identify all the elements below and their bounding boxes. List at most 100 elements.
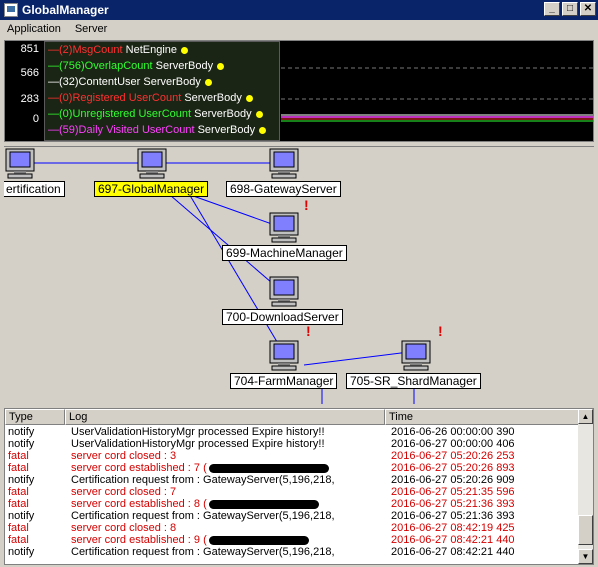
y-tick: 851	[20, 43, 39, 55]
table-row[interactable]: notify UserValidationHistoryMgr processed…	[5, 426, 580, 438]
status-dot-icon	[245, 94, 253, 102]
log-message-cell: server cord established : 9 (	[68, 534, 388, 546]
link-line	[181, 181, 287, 358]
legend-series: —(756)OverlapCount	[48, 60, 153, 72]
log-message-text: Certification request from : GatewayServ…	[71, 510, 335, 522]
redaction-mark	[208, 499, 319, 509]
log-time-cell: 2016-06-27 05:21:36 393	[391, 498, 515, 510]
log-time-cell: 2016-06-26 00:00:00 390	[391, 426, 515, 438]
log-message-text: Certification request from : GatewayServ…	[71, 546, 335, 558]
log-message-text: server cord closed : 3	[71, 450, 177, 462]
legend-series: —(2)MsgCount	[48, 44, 123, 56]
maximize-button[interactable]: □	[562, 2, 578, 16]
legend-source: ServerBody	[197, 124, 256, 136]
redaction-mark	[208, 463, 329, 473]
node-label-machine-manager[interactable]: 699-MachineManager	[222, 245, 347, 261]
log-type-cell: fatal	[8, 534, 29, 546]
column-header-log[interactable]: Log	[65, 409, 385, 425]
log-message-text: server cord established : 9 (	[71, 534, 207, 546]
legend-item[interactable]: —(756)OverlapCount ServerBody	[45, 58, 279, 74]
log-message-cell: server cord closed : 8	[68, 522, 388, 534]
server-pc-icon[interactable]	[268, 211, 300, 243]
app-icon	[4, 3, 18, 17]
legend-item[interactable]: —(59)Daily Visited UserCount ServerBody	[45, 122, 279, 138]
table-row[interactable]: fatal server cord closed : 8 2016-06-27 08…	[5, 522, 580, 534]
redaction-mark	[208, 535, 309, 545]
title-bar: GlobalManager _ □ ✕	[0, 0, 598, 20]
log-message-cell: UserValidationHistoryMgr processed Expir…	[68, 438, 388, 450]
log-type-cell: fatal	[8, 498, 29, 510]
column-header-type[interactable]: Type	[5, 409, 65, 425]
scroll-thumb[interactable]	[578, 515, 593, 545]
node-label-shard-manager[interactable]: 705-SR_ShardManager	[346, 373, 481, 389]
log-type-cell: fatal	[8, 522, 29, 534]
minimize-button[interactable]: _	[544, 2, 560, 16]
node-label-gateway-server[interactable]: 698-GatewayServer	[226, 181, 341, 197]
server-topology: ertification 697-GlobalManager 698-Gatew…	[4, 146, 594, 404]
legend-series: —(59)Daily Visited UserCount	[48, 124, 195, 136]
log-message-cell: server cord established : 7 (	[68, 462, 388, 474]
table-row[interactable]: fatal server cord closed : 7 2016-06-27 05…	[5, 486, 580, 498]
table-row[interactable]: notify Certification request from : Gatew…	[5, 474, 580, 486]
legend-item[interactable]: —(2)MsgCount NetEngine	[45, 42, 279, 58]
scroll-up-icon[interactable]: ▲	[578, 409, 593, 424]
column-header-time[interactable]: Time	[385, 409, 580, 425]
log-time-cell: 2016-06-27 05:20:26 893	[391, 462, 515, 474]
table-row[interactable]: notify Certification request from : Gatew…	[5, 510, 580, 522]
server-pc-icon[interactable]	[136, 147, 168, 179]
log-type-cell: fatal	[8, 462, 29, 474]
log-time-cell: 2016-06-27 08:42:19 425	[391, 522, 515, 534]
legend-item[interactable]: —(0)Unregistered UserCount ServerBody	[45, 106, 279, 122]
log-time-cell: 2016-06-27 08:42:21 440	[391, 546, 515, 558]
log-type-cell: fatal	[8, 450, 29, 462]
table-row[interactable]: fatal server cord closed : 3 2016-06-27 05…	[5, 450, 580, 462]
vertical-scrollbar[interactable]: ▲ ▼	[578, 409, 593, 564]
legend-series: —(0)Unregistered UserCount	[48, 108, 192, 120]
node-label-global-manager[interactable]: 697-GlobalManager	[94, 181, 209, 197]
status-dot-icon	[181, 46, 189, 54]
log-time-cell: 2016-06-27 05:21:36 393	[391, 510, 515, 522]
log-message-text: server cord closed : 7	[71, 486, 177, 498]
table-row[interactable]: fatal server cord established : 7 (2016-0…	[5, 462, 580, 474]
legend-source: ServerBody	[143, 76, 201, 88]
alert-icon: !	[438, 323, 443, 339]
log-message-cell: server cord closed : 7	[68, 486, 388, 498]
log-header: Type Log Time	[5, 409, 580, 425]
legend-series: —(0)Registered UserCount	[48, 92, 182, 104]
menu-application[interactable]: Application	[0, 23, 68, 35]
server-pc-icon[interactable]	[4, 147, 36, 179]
log-message-cell: UserValidationHistoryMgr processed Expir…	[68, 426, 388, 438]
log-message-cell: Certification request from : GatewayServ…	[68, 474, 388, 486]
table-row[interactable]: notify Certification request from : Gatew…	[5, 546, 580, 558]
node-label-certification[interactable]: ertification	[4, 181, 65, 197]
node-label-farm-manager[interactable]: 704-FarmManager	[230, 373, 338, 389]
menu-server[interactable]: Server	[68, 23, 114, 35]
log-message-text: server cord established : 8 (	[71, 498, 207, 510]
legend-source: ServerBody	[155, 60, 214, 72]
server-pc-icon[interactable]	[268, 147, 300, 179]
link-line	[303, 351, 410, 366]
table-row[interactable]: notify UserValidationHistoryMgr processed…	[5, 438, 580, 450]
close-button[interactable]: ✕	[580, 2, 596, 16]
y-tick: 283	[20, 93, 39, 105]
log-rows: notify UserValidationHistoryMgr processed…	[5, 426, 580, 558]
scroll-down-icon[interactable]: ▼	[578, 549, 593, 564]
alert-icon: !	[306, 323, 311, 339]
log-message-text: Certification request from : GatewayServ…	[71, 474, 335, 486]
table-row[interactable]: fatal server cord established : 8 ( 2016-0…	[5, 498, 580, 510]
server-pc-icon[interactable]	[400, 339, 432, 371]
legend-series: —(32)ContentUser	[48, 76, 141, 88]
server-pc-icon[interactable]	[268, 275, 300, 307]
y-tick: 566	[20, 67, 39, 79]
status-dot-icon	[259, 126, 267, 134]
y-tick: 0	[32, 113, 39, 125]
server-pc-icon[interactable]	[268, 339, 300, 371]
menu-bar: Application Server	[0, 20, 598, 38]
log-message-cell: Certification request from : GatewayServ…	[68, 546, 388, 558]
table-row[interactable]: fatal server cord established : 9 (2016-0…	[5, 534, 580, 546]
legend-item[interactable]: —(0)Registered UserCount ServerBody	[45, 90, 279, 106]
node-label-download-server[interactable]: 700-DownloadServer	[222, 309, 343, 325]
log-message-cell: server cord established : 8 (	[68, 498, 388, 510]
monitor-chart: 851 566 283 0 —(2)MsgCount NetEngine —(7…	[4, 40, 594, 142]
legend-item[interactable]: —(32)ContentUser ServerBody	[45, 74, 279, 90]
